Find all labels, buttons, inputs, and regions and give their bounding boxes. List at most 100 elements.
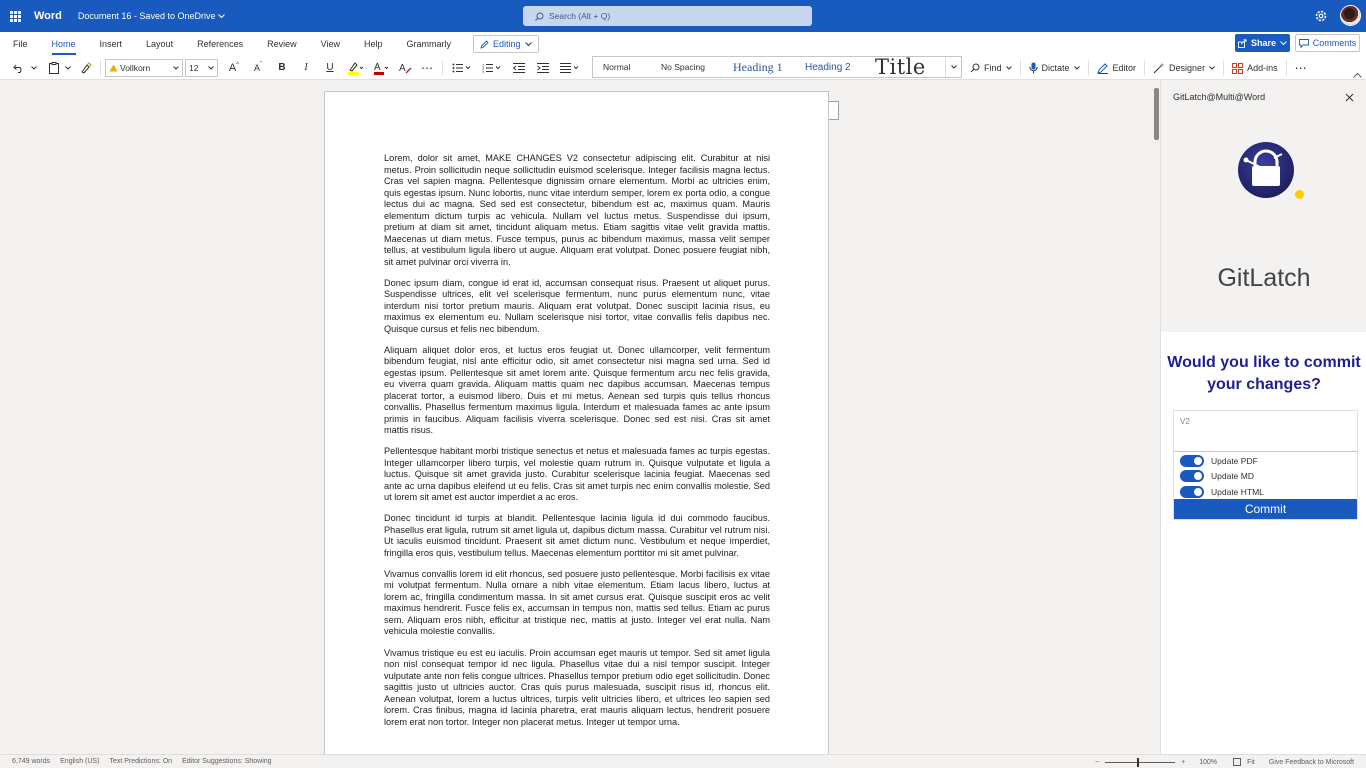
chevron-down-icon bbox=[1073, 66, 1080, 70]
paragraph[interactable]: Donec ipsum diam, congue id erat id, acc… bbox=[384, 278, 770, 336]
grow-font-icon[interactable]: A ^ bbox=[222, 58, 246, 78]
style-title[interactable]: Title bbox=[865, 55, 945, 79]
ribbon-collapse-icon[interactable] bbox=[1353, 72, 1362, 78]
tab-home[interactable]: Home bbox=[40, 32, 88, 56]
brand-name: GitLatch bbox=[1217, 264, 1311, 292]
tab-references[interactable]: References bbox=[185, 32, 255, 56]
underline-button[interactable]: U bbox=[318, 58, 342, 78]
clipboard-dropdown-icon[interactable] bbox=[64, 58, 72, 78]
chevron-down-icon bbox=[1209, 66, 1215, 70]
paragraph[interactable]: Lorem, dolor sit amet, MAKE CHANGES V2 c… bbox=[384, 153, 770, 268]
chevron-down-icon bbox=[1005, 66, 1012, 70]
paragraph[interactable]: Donec tincidunt id turpis at blandit. Pe… bbox=[384, 513, 770, 559]
toggle-switch[interactable] bbox=[1180, 469, 1204, 482]
editing-mode-dropdown[interactable]: Editing bbox=[473, 35, 539, 53]
style-no-spacing[interactable]: No Spacing bbox=[651, 57, 723, 77]
tab-review[interactable]: Review bbox=[255, 32, 309, 56]
toggle-update-md[interactable]: Update MD bbox=[1180, 469, 1254, 482]
numbering-icon[interactable]: 123 bbox=[477, 58, 507, 78]
paragraph[interactable]: Vivamus convallis lorem id elit rhoncus,… bbox=[384, 569, 770, 638]
commit-button[interactable]: Commit bbox=[1174, 499, 1357, 519]
italic-button[interactable]: I bbox=[294, 58, 318, 78]
increase-indent-icon[interactable] bbox=[531, 58, 555, 78]
more-options-icon[interactable]: ⋯ bbox=[1291, 58, 1311, 78]
zoom-out-button[interactable]: − bbox=[1095, 759, 1099, 766]
more-font-options-icon[interactable]: ⋯ bbox=[416, 58, 438, 78]
editor-button[interactable]: Editor bbox=[1093, 58, 1141, 78]
feedback-link[interactable]: Give Feedback to Microsoft bbox=[1269, 759, 1354, 766]
tab-insert[interactable]: Insert bbox=[88, 32, 135, 56]
commit-message-input[interactable]: V2 bbox=[1174, 411, 1357, 452]
text-predictions-status[interactable]: Text Predictions: On bbox=[109, 758, 172, 765]
undo-dropdown-icon[interactable] bbox=[30, 58, 38, 78]
status-bar: 6,749 words English (US) Text Prediction… bbox=[0, 754, 1366, 768]
tab-help[interactable]: Help bbox=[352, 32, 395, 56]
style-normal[interactable]: Normal bbox=[593, 57, 651, 77]
document-name[interactable]: Document 16 - Saved to OneDrive bbox=[78, 11, 226, 21]
editor-suggestions-status[interactable]: Editor Suggestions: Showing bbox=[182, 758, 272, 765]
addins-button[interactable]: Add-ins bbox=[1228, 58, 1282, 78]
search-placeholder: Search (Alt + Q) bbox=[549, 11, 611, 21]
close-icon[interactable] bbox=[1345, 93, 1354, 102]
tab-grammarly[interactable]: Grammarly bbox=[395, 32, 464, 56]
avatar[interactable] bbox=[1340, 5, 1361, 26]
addins-label: Add-ins bbox=[1247, 63, 1278, 73]
font-color-icon[interactable]: A bbox=[368, 58, 394, 78]
share-button[interactable]: Share bbox=[1235, 34, 1290, 52]
bold-button[interactable]: B bbox=[270, 58, 294, 78]
find-button[interactable]: Find bbox=[966, 58, 1016, 78]
word-count[interactable]: 6,749 words bbox=[12, 758, 50, 765]
styles-gallery: Normal No Spacing Heading 1 Heading 2 Ti… bbox=[592, 55, 962, 79]
designer-button[interactable]: Designer bbox=[1149, 58, 1219, 78]
toggle-switch[interactable] bbox=[1180, 454, 1204, 467]
task-pane-header: GitLatch@Multi@Word bbox=[1161, 80, 1366, 114]
bullets-icon[interactable] bbox=[447, 58, 477, 78]
highlight-icon[interactable] bbox=[342, 58, 368, 78]
comments-button[interactable]: Comments bbox=[1295, 34, 1360, 52]
toggle-update-html[interactable]: Update HTML bbox=[1180, 485, 1264, 498]
svg-text:3: 3 bbox=[482, 69, 485, 73]
zoom-slider[interactable] bbox=[1105, 757, 1176, 767]
gear-icon[interactable] bbox=[1314, 9, 1328, 23]
document-scrollbar[interactable] bbox=[1153, 80, 1160, 754]
tab-file[interactable]: File bbox=[0, 32, 40, 56]
app-name[interactable]: Word bbox=[34, 10, 62, 22]
search-input[interactable]: Search (Alt + Q) bbox=[523, 6, 812, 26]
decrease-indent-icon[interactable] bbox=[507, 58, 531, 78]
fit-icon[interactable] bbox=[1233, 758, 1242, 766]
toggle-update-pdf[interactable]: Update PDF bbox=[1180, 454, 1258, 467]
toggle-switch[interactable] bbox=[1180, 485, 1204, 498]
style-heading-2[interactable]: Heading 2 bbox=[795, 57, 865, 77]
commit-question: Would you like to commit your changes? bbox=[1167, 354, 1361, 393]
font-name-dropdown[interactable]: Vollkorn bbox=[105, 58, 183, 77]
tab-layout[interactable]: Layout bbox=[134, 32, 185, 56]
scrollbar-thumb[interactable] bbox=[1154, 88, 1159, 140]
zoom-level[interactable]: 100% bbox=[1199, 759, 1217, 766]
app-launcher-icon[interactable] bbox=[0, 0, 30, 32]
document-name-label: Document 16 - Saved to OneDrive bbox=[77, 11, 216, 21]
shrink-font-icon[interactable]: Aˇ bbox=[246, 58, 270, 78]
font-size-value: 12 bbox=[189, 62, 199, 73]
paragraph[interactable]: Pellentesque habitant morbi tristique se… bbox=[384, 446, 770, 504]
toggle-label: Update MD bbox=[1211, 470, 1254, 481]
style-heading-1[interactable]: Heading 1 bbox=[723, 57, 795, 77]
dictate-button[interactable]: Dictate bbox=[1025, 58, 1084, 78]
align-icon[interactable] bbox=[555, 58, 585, 78]
document-body[interactable]: Lorem, dolor sit amet, MAKE CHANGES V2 c… bbox=[384, 153, 770, 738]
editor-label: Editor bbox=[1112, 63, 1137, 73]
paragraph[interactable]: Vivamus tristique eu est eu iaculis. Pro… bbox=[384, 648, 770, 729]
tab-view[interactable]: View bbox=[309, 32, 352, 56]
language-indicator[interactable]: English (US) bbox=[60, 758, 99, 765]
clipboard-icon[interactable] bbox=[44, 58, 64, 78]
zoom-in-button[interactable]: + bbox=[1181, 759, 1185, 766]
document-page[interactable]: Lorem, dolor sit amet, MAKE CHANGES V2 c… bbox=[324, 91, 829, 754]
undo-icon[interactable] bbox=[8, 58, 30, 78]
paragraph[interactable]: Aliquam aliquet dolor eros, et luctus er… bbox=[384, 345, 770, 437]
editing-mode-label: Editing bbox=[493, 39, 521, 49]
fit-label[interactable]: Fit bbox=[1247, 759, 1255, 766]
font-size-dropdown[interactable]: 12 bbox=[185, 58, 218, 77]
clear-formatting-icon[interactable]: A bbox=[394, 58, 416, 78]
styles-dropdown-icon[interactable] bbox=[945, 57, 961, 77]
dictate-label: Dictate bbox=[1041, 63, 1070, 73]
format-painter-icon[interactable] bbox=[76, 58, 96, 78]
